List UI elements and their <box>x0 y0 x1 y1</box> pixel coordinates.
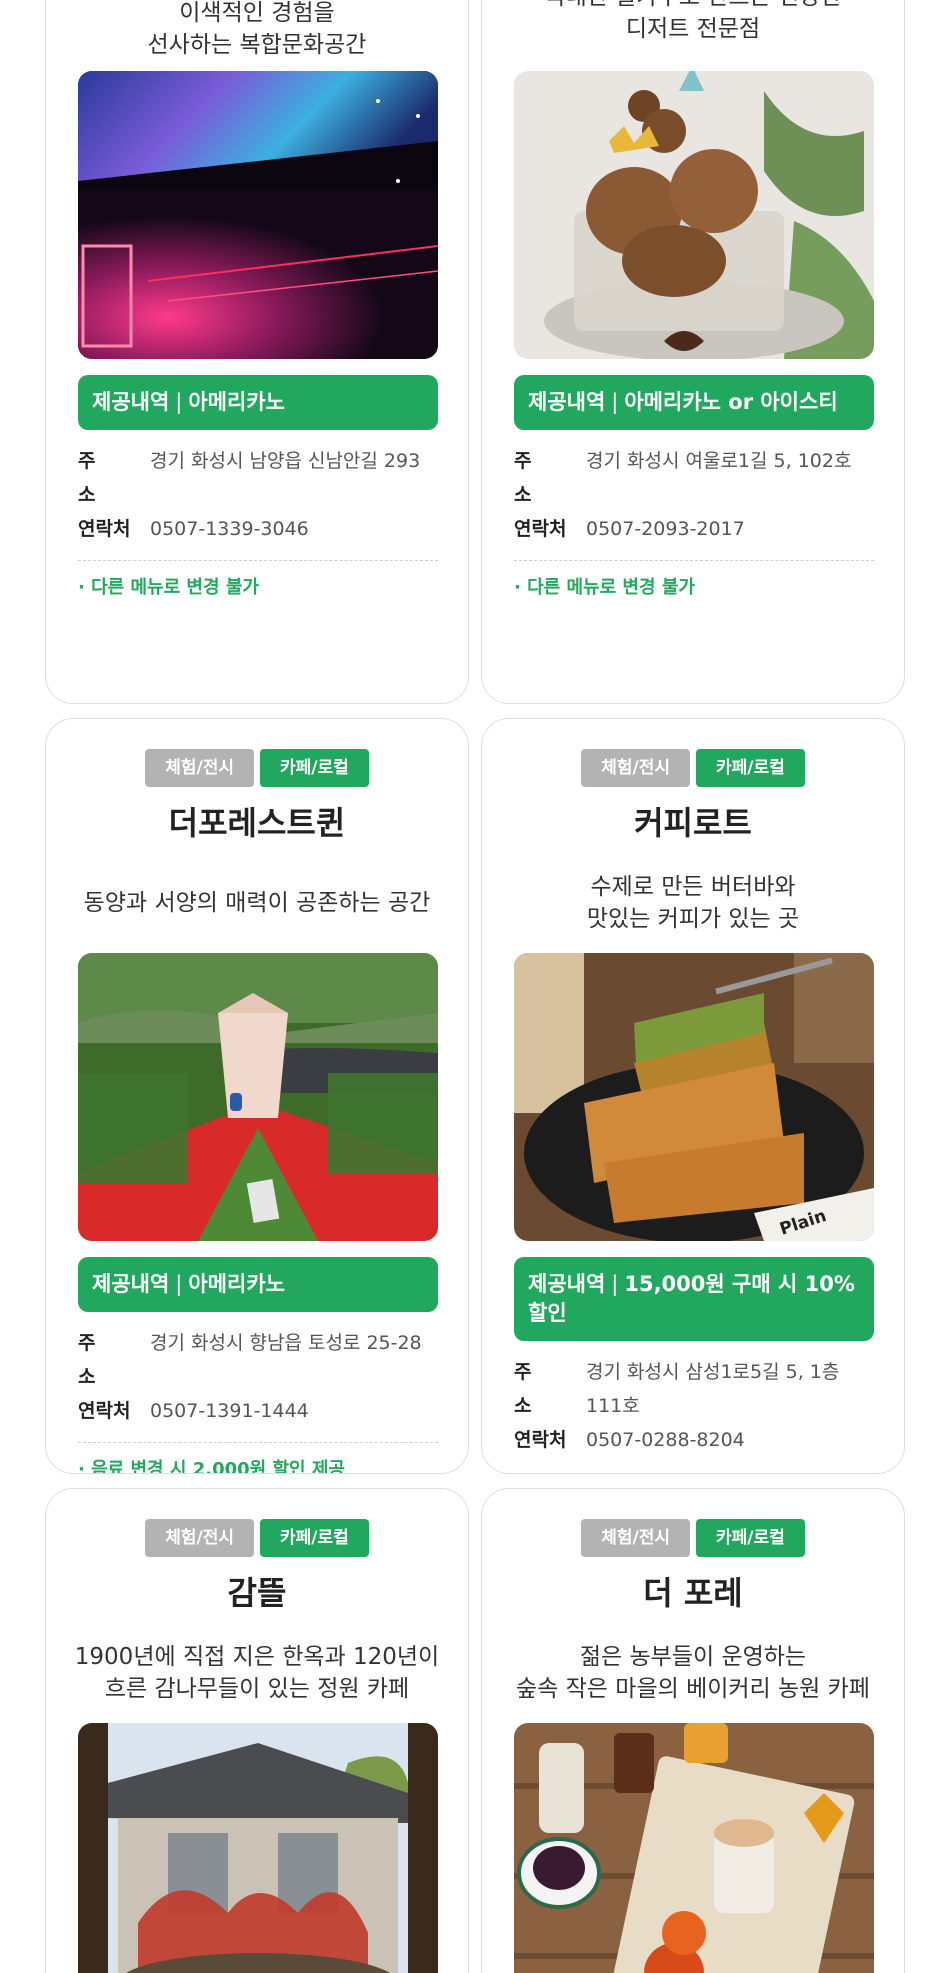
cafe-description: 국내산 쌀가루로 만드는 건강한 디저트 전문점 <box>544 0 841 42</box>
address-value: 경기 화성시 삼성1로5길 5, 1층 111호 <box>586 1361 840 1417</box>
cafe-name: 더 포레 <box>643 1574 743 1612</box>
bakery-table-image <box>514 1723 874 1973</box>
phone-label: 연락처 <box>514 518 567 540</box>
cafe-card[interactable]: 국내산 쌀가루로 만드는 건강한 디저트 전문점 제공내역|아메리카노 or 아… <box>481 0 905 704</box>
cafe-card[interactable]: 4개로 구분된 장소에서 이색적인 경험을 선사하는 복합문화공간 제공내역|아… <box>45 0 469 704</box>
hanok-garden-image <box>78 1723 438 1973</box>
offer-banner: 제공내역 | 15,000원 구매 시 10% 할인 <box>514 1257 874 1341</box>
cafe-card[interactable]: 체험/전시 카페/로컬 커피로트 수제로 만든 버터바와 맛있는 커피가 있는 … <box>481 718 905 1474</box>
tag-cafe: 카페/로컬 <box>696 1519 805 1557</box>
phone-value[interactable]: 0507-1339-3046 <box>150 512 438 546</box>
phone-value[interactable]: 0507-0288-8204 <box>586 1423 874 1457</box>
cafe-card[interactable]: 체험/전시 카페/로컬 감뜰 1900년에 직접 지은 한옥과 120년이 흐른… <box>45 1488 469 1973</box>
offer-label: 제공내역 <box>528 390 606 414</box>
cafe-description: 수제로 만든 버터바와 맛있는 커피가 있는 곳 <box>586 874 800 932</box>
cafe-name: 더포레스트퀸 <box>168 804 346 842</box>
address-label: 주 소 <box>514 450 546 506</box>
phone-label: 연락처 <box>78 518 131 540</box>
venue-interior-image <box>78 71 438 359</box>
tag-experience: 체험/전시 <box>581 749 690 787</box>
tag-cafe: 카페/로컬 <box>260 1519 369 1557</box>
offer-value: 아메리카노 <box>188 390 285 414</box>
cafe-card[interactable]: 체험/전시 카페/로컬 더 포레 젊은 농부들이 운영하는 숲속 작은 마을의 … <box>481 1488 905 1973</box>
cafe-photo: Plain <box>514 953 874 1241</box>
tag-experience: 체험/전시 <box>145 749 254 787</box>
contact-info: 주 소 경기 화성시 남양읍 신남안길 293 연락처 0507-1339-3046 <box>78 444 438 546</box>
cafe-photo <box>78 71 438 359</box>
tag-cafe: 카페/로컬 <box>696 749 805 787</box>
offer-value: 아메리카노 or 아이스티 <box>624 390 838 414</box>
contact-info: 주 소 경기 화성시 여울로1길 5, 102호 연락처 0507-2093-201… <box>514 444 874 546</box>
cafe-name: 커피로트 <box>634 804 752 842</box>
cafe-photo <box>78 953 438 1241</box>
address-label: 주 소 <box>78 450 110 506</box>
cafe-photo <box>78 1723 438 1973</box>
tag-cafe: 카페/로컬 <box>260 749 369 787</box>
address-value: 경기 화성시 향남읍 토성로 25-28 <box>150 1332 422 1354</box>
category-tags: 체험/전시 카페/로컬 <box>46 749 468 787</box>
offer-label: 제공내역 <box>528 1272 606 1296</box>
category-tags: 체험/전시 카페/로컬 <box>482 749 904 787</box>
contact-info: 주 소 경기 화성시 삼성1로5길 5, 1층 111호 연락처 0507-0288… <box>514 1355 874 1457</box>
cafe-card[interactable]: 체험/전시 카페/로컬 더포레스트퀸 동양과 서양의 매력이 공존하는 공간 제… <box>45 718 469 1474</box>
offer-note: · 다른 메뉴로 변경 불가 <box>514 560 874 599</box>
category-tags: 체험/전시 카페/로컬 <box>482 1519 904 1557</box>
butter-bar-image: Plain <box>514 953 874 1241</box>
offer-label: 제공내역 <box>92 1272 170 1296</box>
offer-banner: 제공내역 | 아메리카노 or 아이스티 <box>514 375 874 430</box>
phone-label: 연락처 <box>514 1429 567 1451</box>
cafe-name: 감뜰 <box>227 1574 287 1612</box>
cafe-photo <box>514 1723 874 1973</box>
contact-info: 주 소 경기 화성시 향남읍 토성로 25-28 연락처 0507-1391-144… <box>78 1326 438 1428</box>
offer-label: 제공내역 <box>92 390 170 414</box>
tag-experience: 체험/전시 <box>581 1519 690 1557</box>
cafe-photo <box>514 71 874 359</box>
cafe-description: 1900년에 직접 지은 한옥과 120년이 흐른 감나무들이 있는 정원 카페 <box>74 1644 440 1702</box>
address-value: 경기 화성시 여울로1길 5, 102호 <box>586 450 852 472</box>
phone-value[interactable]: 0507-1391-1444 <box>150 1394 438 1428</box>
cafe-description: 동양과 서양의 매력이 공존하는 공간 <box>83 890 431 916</box>
garden-maze-image <box>78 953 438 1241</box>
offer-note: · 다른 메뉴로 변경 불가 <box>78 560 438 599</box>
bear-cake-image <box>514 71 874 359</box>
offer-banner: 제공내역 | 아메리카노 <box>78 1257 438 1312</box>
tag-experience: 체험/전시 <box>145 1519 254 1557</box>
cafe-description: 4개로 구분된 장소에서 이색적인 경험을 선사하는 복합문화공간 <box>147 0 367 58</box>
address-label: 주 소 <box>514 1361 546 1417</box>
address-label: 주 소 <box>78 1332 110 1388</box>
address-value: 경기 화성시 남양읍 신남안길 293 <box>150 450 421 472</box>
phone-value[interactable]: 0507-2093-2017 <box>586 512 874 546</box>
phone-label: 연락처 <box>78 1400 131 1422</box>
offer-note: · 음료 변경 시 2,000원 할인 제공 <box>78 1442 438 1473</box>
cafe-description: 젊은 농부들이 운영하는 숲속 작은 마을의 베이커리 농원 카페 <box>516 1644 870 1702</box>
category-tags: 체험/전시 카페/로컬 <box>46 1519 468 1557</box>
offer-value: 아메리카노 <box>188 1272 285 1296</box>
offer-banner: 제공내역 | 아메리카노 <box>78 375 438 430</box>
